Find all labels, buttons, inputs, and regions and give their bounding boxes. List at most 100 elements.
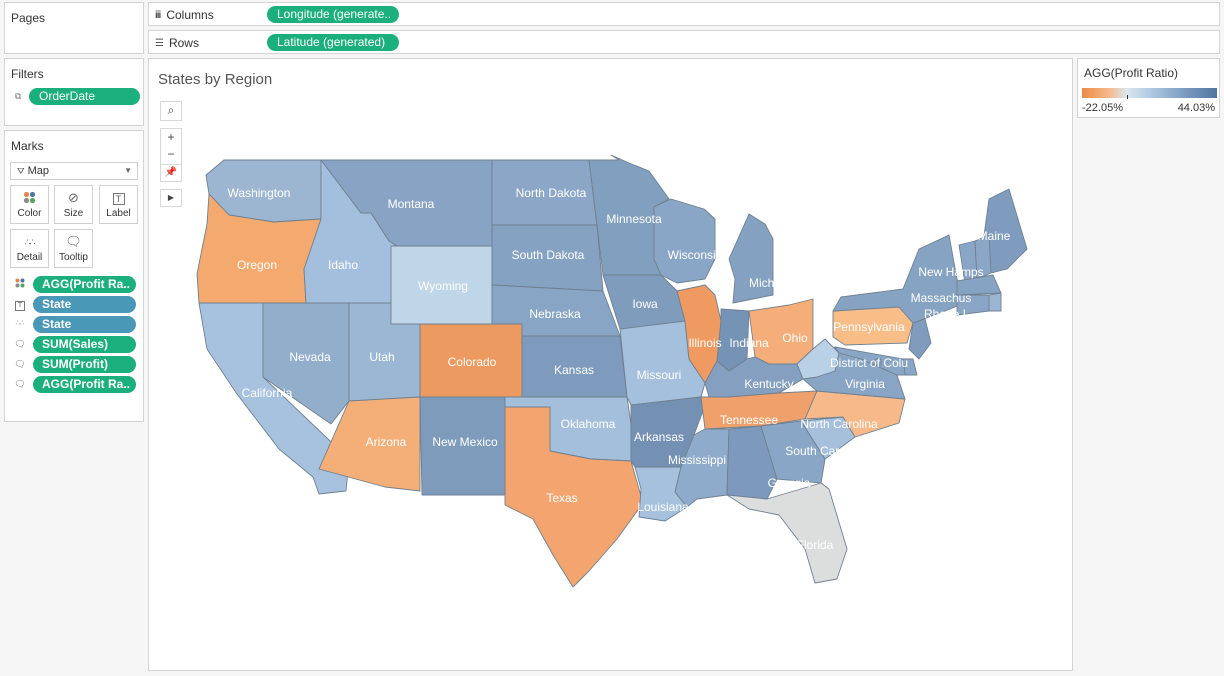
marks-pill-profit-ratio-color[interactable]: AGG(Profit Ra.. [33,276,136,293]
state-label: Nebraska [529,307,581,321]
state-label: North Carolina [800,417,878,431]
state-label: Texas [546,491,577,505]
state-label: Tennessee [720,413,778,427]
color-legend: AGG(Profit Ratio) -22.05% 44.03% [1077,58,1220,118]
columns-shelf[interactable]: iii Columns Longitude (generate.. [148,2,1220,26]
state-label: Ohio [782,331,808,345]
state-label: Kansas [554,363,594,377]
label-button-label: Label [106,208,131,219]
rows-label: Rows [168,36,199,50]
state-label: California [242,386,293,400]
legend-gradient-bar [1082,88,1217,98]
state-rhode-island[interactable] [988,292,1002,312]
state-label: Illinois [688,336,721,350]
color-icon [11,186,48,208]
state-label: Pennsylvania [833,320,905,334]
marks-pill-row: ∴∴ State [8,316,142,333]
tooltip-icon: 🗨 [65,234,82,249]
columns-label-wrap: iii Columns [155,8,214,22]
tooltip-icon: 🗨 [14,359,26,369]
state-label: New Mexico [432,435,498,449]
state-label: Utah [369,350,394,364]
state-label: Iowa [632,297,658,311]
state-label: New Hamps [918,265,983,279]
label-button[interactable]: T Label [99,185,138,224]
rows-label-wrap: ☰ Rows [155,36,199,50]
pages-card: Pages [4,2,144,54]
marks-pill-state-detail[interactable]: State [33,316,136,333]
tooltip-button-label: Tooltip [59,252,88,263]
pages-title: Pages [11,11,46,25]
state-label: Montana [388,197,435,211]
rows-shelf[interactable]: ☰ Rows Latitude (generated) [148,30,1220,54]
marks-pill-sum-sales[interactable]: SUM(Sales) [33,336,136,353]
state-label: Rhode I [924,307,966,321]
state-label: Kentucky [744,377,793,391]
chevron-down-icon: ▼ [124,166,132,175]
state-label: Colorado [448,355,497,369]
state-florida[interactable] [726,482,848,584]
state-label: Nevada [289,350,331,364]
state-label: Massachus [911,291,972,305]
map-view[interactable]: States by Region ⌕ + − 📌 ▶ Washington Ore… [148,58,1073,671]
state-label: Georgia [768,476,811,490]
state-label: District of Colu [830,356,908,370]
state-label: Michigan [749,276,797,290]
marks-card: Marks ⛛ Map ▼ Color ⊘ Size T Label ∴∴ De… [4,130,144,422]
marks-pill-row: 🗨 AGG(Profit Ra.. [8,376,142,393]
state-label: Wisconsin [668,248,723,262]
state-label: Oklahoma [561,417,616,431]
mark-type-dropdown[interactable]: ⛛ Map ▼ [10,162,138,180]
us-states-map: Washington Oregon California Idaho Nevada Uta… [196,154,1028,588]
state-wisconsin[interactable] [653,198,716,284]
state-label: Indiana [729,336,769,350]
marks-pill-row: 🗨 SUM(Sales) [8,336,142,353]
color-button-label: Color [17,208,42,219]
filters-title: Filters [11,67,44,81]
tooltip-icon: 🗨 [14,379,26,389]
filters-card: Filters ⧉ OrderDate [4,58,144,126]
legend-title: AGG(Profit Ratio) [1084,66,1179,80]
rows-icon: ☰ [155,37,164,49]
legend-zero-tick [1127,95,1128,99]
columns-icon: iii [155,9,161,21]
state-label: Idaho [328,258,358,272]
detail-button-label: Detail [16,252,43,263]
state-label: Louisiana [637,500,689,514]
label-icon: T [100,186,137,208]
marks-pill-row: AGG(Profit Ra.. [8,276,142,293]
state-label: Oregon [237,258,277,272]
columns-pill[interactable]: Longitude (generate.. [267,6,399,23]
marks-pill-row: T State [8,296,142,313]
columns-label: Columns [166,8,214,22]
tooltip-button[interactable]: 🗨 Tooltip [54,229,93,268]
state-label: Washington [228,186,291,200]
tooltip-icon: 🗨 [14,339,26,349]
marks-pill-row: 🗨 SUM(Profit) [8,356,142,373]
rows-pill[interactable]: Latitude (generated) [267,34,399,51]
filter-pill-orderdate[interactable]: OrderDate [29,88,140,105]
color-button[interactable]: Color [10,185,49,224]
marks-pill-sum-profit[interactable]: SUM(Profit) [33,356,136,373]
detail-icon: ∴∴ [24,237,35,247]
marks-pill-state-label[interactable]: State [33,296,136,313]
state-new-jersey[interactable] [908,318,932,360]
mark-type-value: Map [27,165,50,177]
detail-icon: ∴∴ [15,320,25,327]
detail-button[interactable]: ∴∴ Detail [10,229,49,268]
label-icon: T [14,298,26,311]
state-label: Arkansas [634,430,684,444]
color-icon [14,278,26,290]
state-label: Virginia [845,377,885,391]
state-label: North Dakota [516,186,587,200]
legend-min: -22.05% [1082,102,1123,114]
marks-title: Marks [11,139,44,153]
filter-icon: ⧉ [15,91,22,101]
state-label: Wyoming [418,279,468,293]
state-label: Arizona [366,435,407,449]
state-label: South Dakota [512,248,585,262]
marks-pill-profit-ratio-tooltip[interactable]: AGG(Profit Ra.. [33,376,136,393]
size-button-label: Size [63,208,84,219]
size-button[interactable]: ⊘ Size [54,185,93,224]
state-label: Florida [797,538,834,552]
